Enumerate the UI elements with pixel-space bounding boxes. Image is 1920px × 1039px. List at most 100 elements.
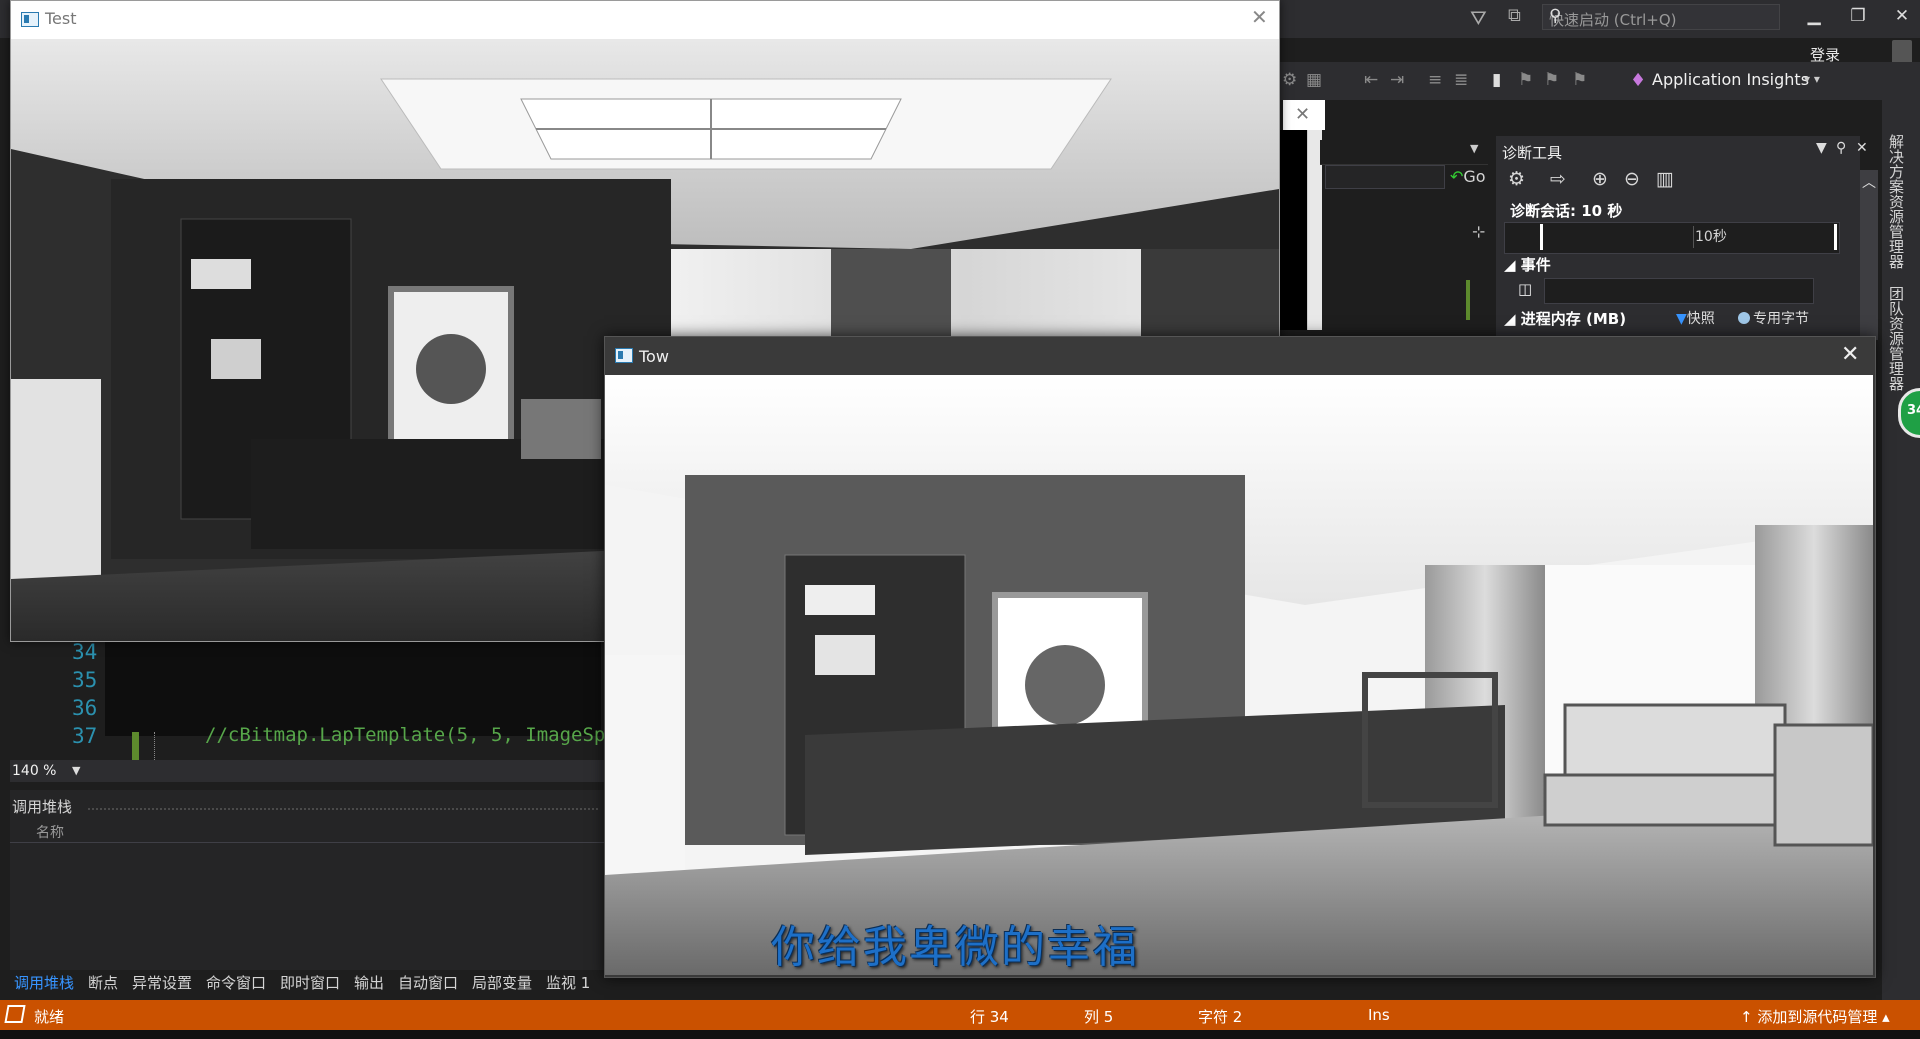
snapshot-label: 快照 bbox=[1686, 311, 1715, 327]
go-label: Go bbox=[1463, 167, 1486, 186]
close-icon[interactable]: ✕ bbox=[1856, 140, 1868, 156]
status-icon bbox=[4, 1005, 26, 1023]
zoom-out-icon[interactable]: ⊖ bbox=[1624, 168, 1640, 190]
status-line: 行 34 bbox=[970, 1008, 1009, 1026]
panel-grip[interactable] bbox=[88, 808, 598, 811]
comment-icon[interactable]: ≡ bbox=[1428, 70, 1442, 90]
events-section[interactable]: ◢ 事件 bbox=[1504, 254, 1551, 275]
toolbar-icon-b[interactable]: ▦ bbox=[1306, 70, 1322, 90]
toolbar-icon-d[interactable]: ⇥ bbox=[1390, 70, 1404, 90]
filter-icon[interactable]: ⛛ bbox=[1470, 6, 1487, 30]
tow-window-title: Tow bbox=[639, 347, 669, 366]
bookmark-clear-icon[interactable]: ⚑ bbox=[1572, 70, 1587, 90]
tab-callstack[interactable]: 调用堆栈 bbox=[14, 972, 74, 993]
divider bbox=[10, 842, 606, 843]
arrow-up-icon: ↑ bbox=[1740, 1008, 1753, 1026]
quick-launch-input[interactable]: 快速启动 (Ctrl+Q) ⚲ bbox=[1542, 4, 1780, 30]
bookmark-icon[interactable]: ▮ bbox=[1492, 70, 1501, 90]
line-number: 34 bbox=[72, 640, 98, 664]
reset-view-icon[interactable]: ▥ bbox=[1656, 168, 1674, 190]
split-icon[interactable]: ⊹ bbox=[1472, 222, 1485, 241]
line-number: 36 bbox=[72, 696, 98, 720]
restore-icon[interactable]: ❐ bbox=[1844, 6, 1872, 26]
tab-breakpoints[interactable]: 断点 bbox=[88, 972, 118, 993]
tab-command-window[interactable]: 命令窗口 bbox=[206, 972, 266, 993]
uncomment-icon[interactable]: ≣ bbox=[1454, 70, 1468, 90]
editor-close-panel: ✕ bbox=[1283, 100, 1325, 130]
diagnostics-scrollbar[interactable] bbox=[1860, 170, 1878, 340]
toolbar-icon-a[interactable]: ⚙ bbox=[1282, 70, 1297, 90]
chevron-down-icon[interactable]: ▾ ▾ bbox=[1804, 72, 1820, 86]
window-app-icon bbox=[21, 12, 39, 27]
zoom-in-icon[interactable]: ⊕ bbox=[1592, 168, 1608, 190]
pin-icon[interactable]: ⚲ bbox=[1836, 140, 1846, 156]
chevron-up-icon[interactable]: ︿ bbox=[1862, 172, 1876, 192]
export-icon[interactable]: ⇨ bbox=[1550, 168, 1566, 190]
memory-label: 进程内存 (MB) bbox=[1520, 310, 1627, 328]
tab-team-explorer[interactable]: 团队资源管理器 bbox=[1886, 286, 1907, 391]
feedback-icon[interactable]: ⧉ bbox=[1508, 5, 1521, 26]
private-bytes-legend: 专用字节 bbox=[1738, 308, 1809, 328]
close-icon[interactable]: ✕ bbox=[1251, 5, 1268, 29]
timeline-label: 10秒 bbox=[1695, 229, 1727, 245]
go-arrow-icon: ↶ bbox=[1450, 167, 1464, 186]
taskbar-edge bbox=[0, 1030, 1920, 1039]
minimize-icon[interactable]: ▁ bbox=[1800, 6, 1828, 26]
member-dropdown[interactable] bbox=[1325, 165, 1445, 189]
navigation-row bbox=[1320, 140, 1488, 165]
close-icon[interactable]: ✕ bbox=[1841, 342, 1859, 367]
snapshot-icon: ▼ bbox=[1676, 311, 1687, 327]
account-icon[interactable] bbox=[1892, 40, 1912, 64]
status-char: 字符 2 bbox=[1198, 1008, 1243, 1026]
events-track bbox=[1544, 278, 1814, 304]
timeline-end-marker[interactable] bbox=[1834, 224, 1837, 250]
pause-icon[interactable]: ◫ bbox=[1518, 280, 1532, 298]
events-label: 事件 bbox=[1520, 256, 1551, 274]
app-insights-button[interactable]: Application Insights bbox=[1652, 70, 1809, 89]
close-icon[interactable]: ✕ bbox=[1295, 104, 1310, 125]
test-window-title: Test bbox=[45, 9, 77, 28]
status-insert-mode: Ins bbox=[1368, 1006, 1390, 1024]
zoom-level[interactable]: 140 % bbox=[12, 763, 56, 779]
timeline-start-marker[interactable] bbox=[1540, 224, 1543, 250]
column-header-name[interactable]: 名称 bbox=[36, 822, 64, 842]
window-app-icon bbox=[615, 348, 633, 363]
memory-section[interactable]: ◢ 进程内存 (MB) bbox=[1504, 308, 1626, 329]
tab-autos[interactable]: 自动窗口 bbox=[398, 972, 458, 993]
badge-count: 34 bbox=[1907, 403, 1920, 418]
bookmark-prev-icon[interactable]: ⚑ bbox=[1518, 70, 1533, 90]
status-ready: 就绪 bbox=[34, 1008, 65, 1026]
bookmark-next-icon[interactable]: ⚑ bbox=[1544, 70, 1559, 90]
tab-output[interactable]: 输出 bbox=[354, 972, 384, 993]
callstack-title: 调用堆栈 bbox=[12, 798, 73, 816]
close-icon[interactable]: ✕ bbox=[1888, 6, 1916, 26]
chevron-down-icon[interactable]: ▼ bbox=[1470, 142, 1478, 155]
settings-icon[interactable]: ⚙ bbox=[1508, 168, 1525, 190]
tab-locals[interactable]: 局部变量 bbox=[472, 972, 532, 993]
tab-solution-explorer[interactable]: 解决方案资源管理器 bbox=[1886, 134, 1907, 269]
change-marker bbox=[1466, 280, 1470, 320]
source-control-button[interactable]: ↑ 添加到源代码管理 ▴ bbox=[1740, 1006, 1890, 1027]
tab-immediate-window[interactable]: 即时窗口 bbox=[280, 972, 340, 993]
tab-watch-1[interactable]: 监视 1 bbox=[546, 972, 590, 993]
change-marker bbox=[132, 732, 139, 760]
diagnostics-timeline[interactable] bbox=[1504, 222, 1840, 254]
office-image-processed: 你给我卑微的幸福 bbox=[605, 375, 1873, 975]
code-editor-overlay bbox=[105, 640, 601, 736]
code-line-comment: //cBitmap.LapTemplate(5, 5, ImageSp bbox=[205, 724, 605, 746]
chevron-down-icon[interactable]: ▼ bbox=[72, 764, 80, 777]
diagnostics-title: 诊断工具 bbox=[1502, 144, 1563, 162]
toolbar-icon-c[interactable]: ⇤ bbox=[1364, 70, 1378, 90]
search-icon: ⚲ bbox=[1549, 6, 1562, 26]
timeline-tick bbox=[1693, 226, 1694, 248]
chevron-down-icon[interactable]: ▼ bbox=[1816, 140, 1827, 156]
go-button[interactable]: ↶Go bbox=[1450, 167, 1486, 186]
private-bytes-dot-icon bbox=[1738, 312, 1750, 324]
tab-exception-settings[interactable]: 异常设置 bbox=[132, 972, 192, 993]
snapshot-legend: ▼快照 bbox=[1676, 308, 1715, 328]
private-bytes-label: 专用字节 bbox=[1753, 311, 1809, 327]
tow-window[interactable]: Tow ✕ 你给我卑微的幸福 bbox=[604, 336, 1876, 978]
indent-guide bbox=[154, 732, 156, 760]
editor-zoom-bar bbox=[10, 760, 606, 782]
status-column: 列 5 bbox=[1084, 1008, 1114, 1026]
